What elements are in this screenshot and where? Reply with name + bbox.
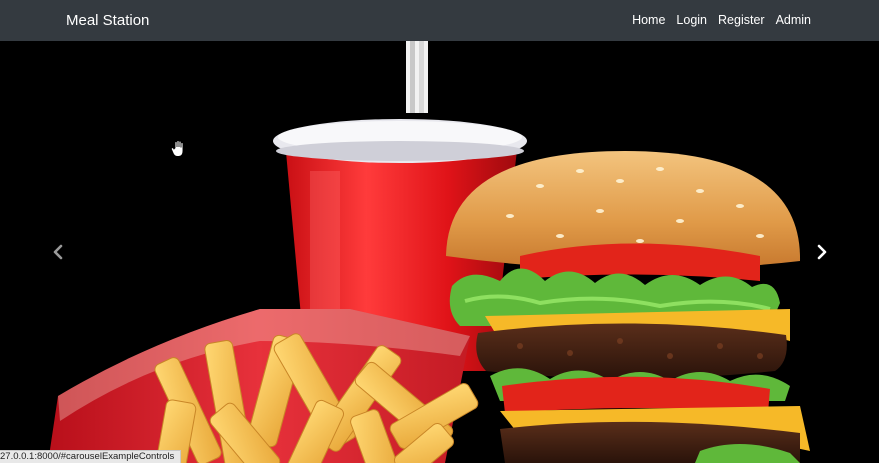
nav-link-home[interactable]: Home [632,12,665,29]
chevron-left-icon [53,244,62,260]
nav-link-admin[interactable]: Admin [776,12,811,29]
hand-cursor-icon [170,140,184,157]
image-carousel [0,41,879,463]
top-navbar: Meal Station Home Login Register Admin [0,0,879,41]
chevron-right-icon [817,244,826,260]
nav-link-login[interactable]: Login [676,12,707,29]
nav-links: Home Login Register Admin [632,12,811,29]
brand-link[interactable]: Meal Station [66,11,149,31]
carousel-next-button[interactable] [764,41,879,463]
browser-status-bar: 27.0.0.1:8000/#carouselExampleControls [0,450,182,463]
nav-link-register[interactable]: Register [718,12,765,29]
carousel-slide-image [0,41,879,463]
carousel-prev-button[interactable] [0,41,115,463]
